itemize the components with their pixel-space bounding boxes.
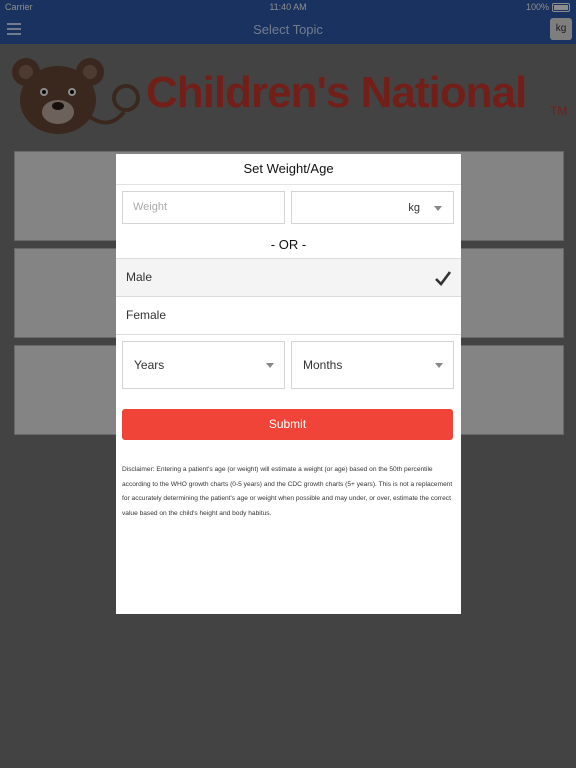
submit-button[interactable]: Submit (122, 409, 453, 440)
unit-select-value: kg (408, 202, 420, 214)
chevron-down-icon (435, 363, 443, 368)
gender-option-male[interactable]: Male (116, 258, 461, 296)
checkmark-icon (435, 271, 451, 286)
disclaimer-text: Disclaimer: Entering a patient's age (or… (122, 466, 453, 517)
chevron-down-icon (266, 363, 274, 368)
months-select[interactable]: Months (291, 341, 454, 389)
gender-label: Male (126, 270, 153, 284)
chevron-down-icon (434, 206, 442, 211)
gender-option-female[interactable]: Female (116, 296, 461, 335)
years-select[interactable]: Years (122, 341, 285, 389)
or-separator: - OR - (270, 237, 307, 252)
weight-field[interactable] (122, 191, 285, 224)
dialog-title: Set Weight/Age (116, 154, 461, 185)
years-select-value: Years (134, 358, 165, 372)
unit-select[interactable]: kg (291, 191, 454, 224)
weight-age-dialog: Set Weight/Age kg - OR - Male Female Yea… (116, 154, 461, 614)
gender-label: Female (126, 308, 167, 322)
weight-input[interactable] (123, 192, 283, 221)
months-select-value: Months (303, 358, 343, 372)
